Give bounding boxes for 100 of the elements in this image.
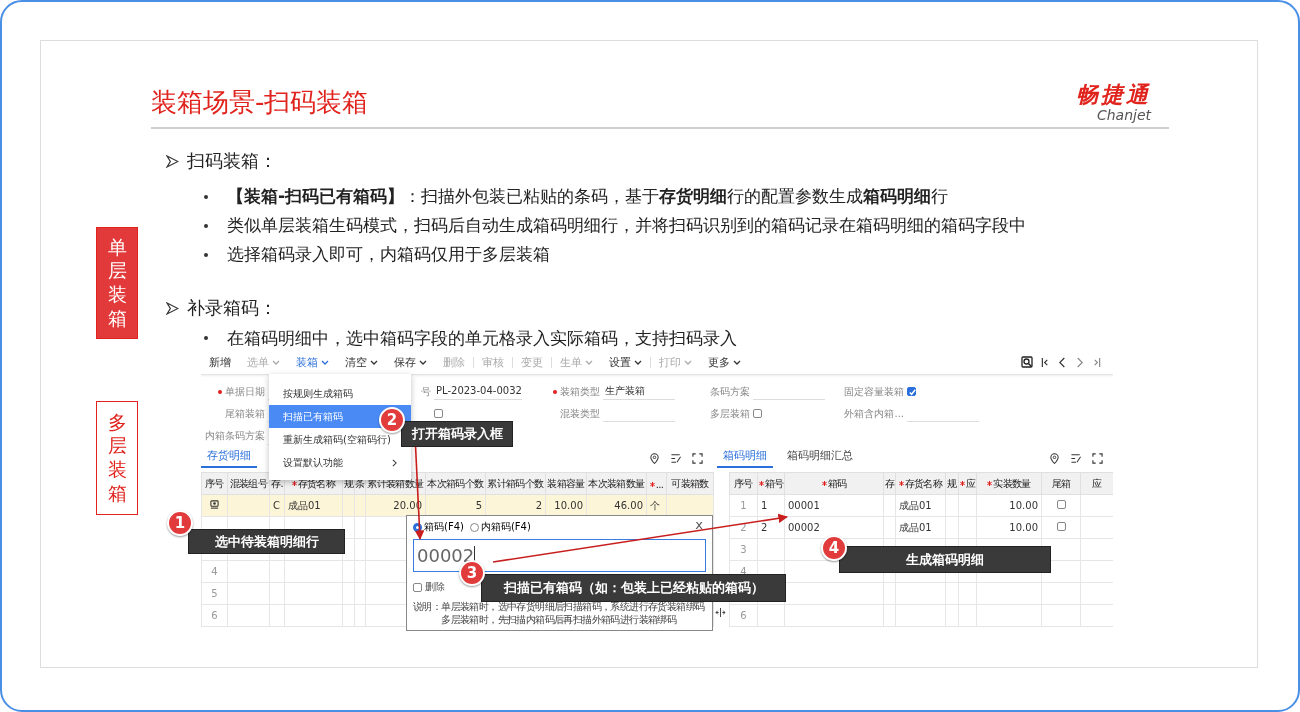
resize-handle-icon[interactable]	[715, 608, 726, 617]
field-label: 固定容量装箱	[843, 384, 904, 399]
location-pin-icon[interactable]	[1049, 453, 1060, 464]
table-cell: 00002	[788, 522, 820, 533]
last-page-icon[interactable]	[1092, 356, 1101, 368]
caret-icon	[684, 359, 692, 365]
fullscreen-icon[interactable]	[692, 453, 703, 464]
row-indicator-icon	[210, 500, 219, 509]
next-icon[interactable]	[1075, 356, 1084, 368]
side-tag: 单层装箱	[96, 227, 138, 339]
previous-icon[interactable]	[1058, 356, 1067, 368]
field-label: 号	[420, 384, 431, 399]
toolbar-button[interactable]: 装箱	[288, 352, 337, 372]
column-header: 应	[1080, 472, 1113, 495]
tab[interactable]: 箱码明细	[717, 448, 773, 468]
step-number-tooltip: 1	[167, 510, 193, 536]
filter-icon[interactable]	[1070, 453, 1082, 464]
table-cell: 1	[740, 500, 747, 511]
arrow-bullet-icon	[166, 301, 179, 315]
arrow-bullet-icon	[166, 154, 179, 168]
menu-item[interactable]: 按规则生成箱码	[269, 382, 411, 405]
menu-item[interactable]: 设置默认功能	[269, 451, 411, 474]
bullet-icon	[204, 194, 208, 199]
toolbar-button[interactable]: 新增	[201, 352, 239, 372]
bullet-icon	[204, 336, 208, 340]
checkbox[interactable]	[1056, 522, 1066, 531]
table-cell: 10.00	[1009, 522, 1038, 533]
table-cell: 成品01	[899, 499, 932, 511]
checkbox[interactable]	[413, 582, 422, 592]
caret-icon	[419, 359, 427, 365]
section-heading: 扫码装箱：	[187, 149, 277, 173]
table-cell: 3	[740, 544, 747, 555]
checkbox[interactable]	[1056, 500, 1066, 509]
chevron-right-icon	[392, 458, 397, 467]
required-icon	[821, 481, 827, 486]
tab[interactable]: 箱码明细汇总	[781, 448, 859, 468]
required-icon	[959, 481, 965, 486]
note-label: 说明：	[413, 600, 442, 614]
field-label: 多层装箱	[709, 406, 750, 421]
search-icon[interactable]	[1021, 356, 1033, 368]
radio-option[interactable]: 箱码(F4)	[413, 520, 464, 534]
table-cell: 个	[650, 499, 660, 511]
field-label: 外箱含内箱...	[843, 406, 904, 421]
column-header: 混装组号	[227, 472, 270, 495]
first-page-icon[interactable]	[1041, 356, 1050, 368]
filter-icon[interactable]	[670, 453, 682, 464]
input-field[interactable]: 生产装箱	[603, 383, 675, 400]
column-header: 序号	[729, 472, 758, 495]
column-header: 装箱容量	[545, 472, 587, 495]
required-icon	[218, 389, 222, 394]
section-heading: 补录箱码：	[187, 296, 277, 320]
toolbar-button[interactable]: 更多	[700, 352, 749, 372]
logo: 畅捷通 Chanjet	[1076, 83, 1151, 125]
table-cell: 5	[211, 588, 218, 599]
note-text: 多层装箱时，先扫描内箱码后再扫描外箱码进行装箱绑码	[441, 613, 678, 626]
column-header: 序号	[201, 472, 228, 495]
bullet-text: 【装箱-扫码已有箱码】：扫描外包装已粘贴的条码，基于存货明细行的配置参数生成箱码明细行	[227, 185, 949, 208]
table-cell: 成品01	[288, 499, 321, 511]
table-cell: 6	[211, 610, 218, 621]
column-header: 箱码	[784, 472, 884, 495]
caret-icon	[585, 359, 593, 365]
field-label: 条码方案	[709, 384, 750, 399]
checkbox[interactable]	[434, 409, 443, 419]
toolbar-button[interactable]: 保存	[386, 352, 435, 372]
caret-icon	[370, 359, 378, 365]
required-icon	[758, 481, 764, 486]
location-pin-icon[interactable]	[649, 453, 660, 464]
column-header: 箱号	[757, 472, 785, 495]
bullet-text: 类似单层装箱生码模式，扫码后自动生成箱码明细行，并将扫码识别到的箱码记录在箱码明细的箱码字段中	[227, 214, 1026, 237]
table-cell: 6	[740, 610, 747, 621]
column-header: 实装数量	[976, 472, 1042, 495]
fullscreen-icon[interactable]	[1092, 453, 1103, 464]
table-cell: 10.00	[1009, 500, 1038, 511]
callout-tooltip: 选中待装箱明细行	[188, 529, 345, 554]
field-label: 装箱类型	[538, 384, 600, 399]
caret-icon	[733, 359, 741, 365]
field-label: 单据日期	[201, 384, 265, 399]
tab[interactable]: 存货明细	[201, 448, 257, 468]
note-text: 单层装箱时，选中存货明细后扫描箱码，系统进行存货装箱绑码	[441, 600, 705, 613]
field-label: 内箱条码方案	[204, 429, 265, 444]
table-cell: 1	[761, 500, 768, 511]
slide-title: 装箱场景-扫码装箱	[151, 86, 369, 119]
toolbar-button[interactable]: 清空	[337, 352, 386, 372]
table-cell: 2	[535, 500, 542, 511]
callout-tooltip: 生成箱码明细	[839, 546, 1051, 573]
column-header: 累计箱码个数	[485, 472, 546, 495]
table-cell: 00001	[788, 500, 820, 511]
table-cell: 46.00	[614, 500, 643, 511]
checkbox[interactable]	[907, 387, 916, 396]
checkbox-label: 删除	[425, 580, 445, 594]
input-field[interactable]: PL-2023-04-0032	[434, 383, 522, 400]
column-header: 尾箱	[1041, 472, 1081, 495]
required-icon	[553, 389, 557, 394]
column-header: ...	[646, 472, 667, 495]
toolbar-button[interactable]: 设置	[601, 352, 650, 372]
radio-option[interactable]: 内箱码(F4)	[469, 520, 531, 534]
callout-tooltip: 打开箱码录入框	[401, 421, 513, 447]
callout-tooltip: 扫描已有箱码（如：包装上已经粘贴的箱码）	[481, 574, 786, 602]
checkbox[interactable]	[753, 409, 762, 419]
bullet-icon	[204, 252, 208, 257]
